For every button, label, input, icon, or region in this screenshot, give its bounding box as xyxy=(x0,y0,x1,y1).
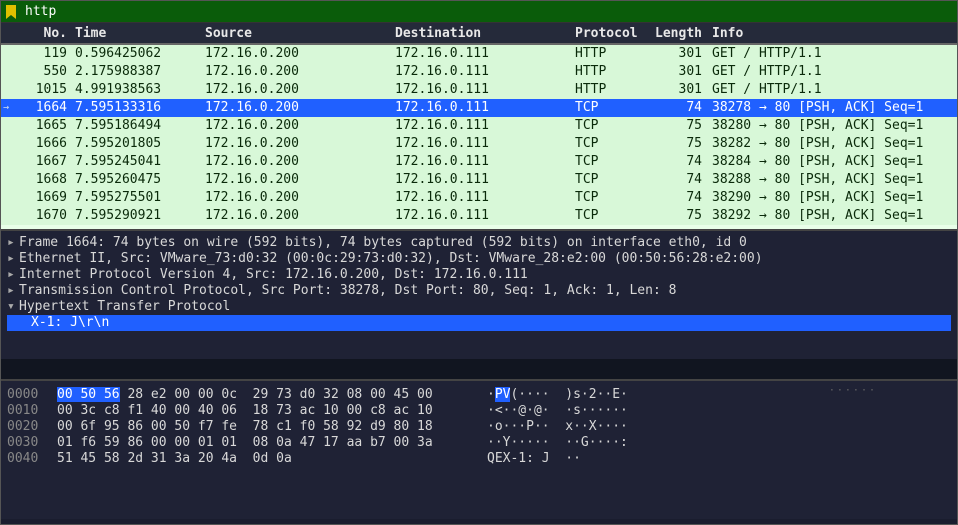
tree-item[interactable]: ▸Frame 1664: 74 bytes on wire (592 bits)… xyxy=(7,235,951,251)
bookmark-icon[interactable] xyxy=(1,5,21,19)
packet-bytes-pane[interactable]: ······ 000000 50 56 28 e2 00 00 0c 29 73… xyxy=(1,379,957,519)
hex-bytes: 00 3c c8 f1 40 00 40 06 18 73 ac 10 00 c… xyxy=(57,403,477,419)
tree-expander-icon[interactable]: ▾ xyxy=(7,299,19,315)
packet-row[interactable]: 16677.595245041172.16.0.200172.16.0.111T… xyxy=(1,153,957,171)
column-header-destination[interactable]: Destination xyxy=(391,26,571,41)
column-header-info[interactable]: Info xyxy=(706,26,957,41)
hex-row[interactable]: 001000 3c c8 f1 40 00 40 06 18 73 ac 10 … xyxy=(7,403,951,419)
tree-item-http-header[interactable]: X-1: J\r\n xyxy=(7,315,951,331)
packet-row[interactable]: 16667.595201805172.16.0.200172.16.0.111T… xyxy=(1,135,957,153)
column-header-protocol[interactable]: Protocol xyxy=(571,26,651,41)
tree-item-text: Frame 1664: 74 bytes on wire (592 bits),… xyxy=(19,235,747,250)
tree-expander-icon[interactable]: ▸ xyxy=(7,283,19,299)
display-filter-input[interactable] xyxy=(21,2,957,21)
packet-list[interactable]: 1190.596425062172.16.0.200172.16.0.111HT… xyxy=(1,45,957,229)
hex-ascii: ·PV(···· )s·2··E· xyxy=(477,387,628,403)
column-header-no[interactable]: No. xyxy=(1,26,71,41)
tree-expander-icon[interactable]: ▸ xyxy=(7,235,19,251)
hex-offset: 0020 xyxy=(7,419,57,435)
tree-item-text: Transmission Control Protocol, Src Port:… xyxy=(19,283,676,298)
tree-item-text: X-1: J\r\n xyxy=(31,315,109,330)
hex-row[interactable]: 004051 45 58 2d 31 3a 20 4a 0d 0aQEX-1: … xyxy=(7,451,951,467)
hex-ascii: ·<··@·@· ·s······ xyxy=(477,403,628,419)
packet-row[interactable]: →16647.595133316172.16.0.200172.16.0.111… xyxy=(1,99,957,117)
hex-row[interactable]: 003001 f6 59 86 00 00 01 01 08 0a 47 17 … xyxy=(7,435,951,451)
tree-item[interactable]: ▸Internet Protocol Version 4, Src: 172.1… xyxy=(7,267,951,283)
tree-item-text: Internet Protocol Version 4, Src: 172.16… xyxy=(19,267,528,282)
packet-row[interactable]: 10154.991938563172.16.0.200172.16.0.111H… xyxy=(1,81,957,99)
hex-row[interactable]: 000000 50 56 28 e2 00 00 0c 29 73 d0 32 … xyxy=(7,387,951,403)
hex-bytes: 51 45 58 2d 31 3a 20 4a 0d 0a xyxy=(57,451,477,467)
display-filter-bar xyxy=(1,1,957,23)
tree-expander-icon[interactable]: ▸ xyxy=(7,267,19,283)
packet-row[interactable]: 16697.595275501172.16.0.200172.16.0.111T… xyxy=(1,189,957,207)
packet-row[interactable]: 5502.175988387172.16.0.200172.16.0.111HT… xyxy=(1,63,957,81)
tree-item[interactable]: ▸Transmission Control Protocol, Src Port… xyxy=(7,283,951,299)
pane-separator[interactable] xyxy=(1,359,957,379)
bytes-tab-indicator: ······ xyxy=(829,385,877,396)
hex-offset: 0000 xyxy=(7,387,57,403)
column-header-length[interactable]: Length xyxy=(651,26,706,41)
column-header-source[interactable]: Source xyxy=(201,26,391,41)
hex-bytes: 00 50 56 28 e2 00 00 0c 29 73 d0 32 08 0… xyxy=(57,387,477,403)
packet-row[interactable]: 16707.595290921172.16.0.200172.16.0.111T… xyxy=(1,207,957,225)
hex-bytes: 01 f6 59 86 00 00 01 01 08 0a 47 17 aa b… xyxy=(57,435,477,451)
tree-item[interactable]: ▾Hypertext Transfer Protocol xyxy=(7,299,951,315)
packet-row[interactable]: 16657.595186494172.16.0.200172.16.0.111T… xyxy=(1,117,957,135)
hex-bytes: 00 6f 95 86 00 50 f7 fe 78 c1 f0 58 92 d… xyxy=(57,419,477,435)
tree-expander-icon[interactable]: ▸ xyxy=(7,251,19,267)
hex-ascii: ··Y····· ··G····: xyxy=(477,435,628,451)
tree-item[interactable]: ▸Ethernet II, Src: VMware_73:d0:32 (00:0… xyxy=(7,251,951,267)
hex-offset: 0030 xyxy=(7,435,57,451)
tree-item-text: Hypertext Transfer Protocol xyxy=(19,299,230,314)
hex-ascii: ·o···P·· x··X···· xyxy=(477,419,628,435)
hex-offset: 0040 xyxy=(7,451,57,467)
tree-item-text: Ethernet II, Src: VMware_73:d0:32 (00:0c… xyxy=(19,251,763,266)
packet-row[interactable]: 16687.595260475172.16.0.200172.16.0.111T… xyxy=(1,171,957,189)
packet-details-pane[interactable]: ▸Frame 1664: 74 bytes on wire (592 bits)… xyxy=(1,229,957,359)
hex-ascii: QEX-1: J ·· xyxy=(477,451,581,467)
column-header-time[interactable]: Time xyxy=(71,26,201,41)
hex-offset: 0010 xyxy=(7,403,57,419)
hex-row[interactable]: 002000 6f 95 86 00 50 f7 fe 78 c1 f0 58 … xyxy=(7,419,951,435)
packet-row[interactable]: 1190.596425062172.16.0.200172.16.0.111HT… xyxy=(1,45,957,63)
packet-list-header: No. Time Source Destination Protocol Len… xyxy=(1,23,957,45)
